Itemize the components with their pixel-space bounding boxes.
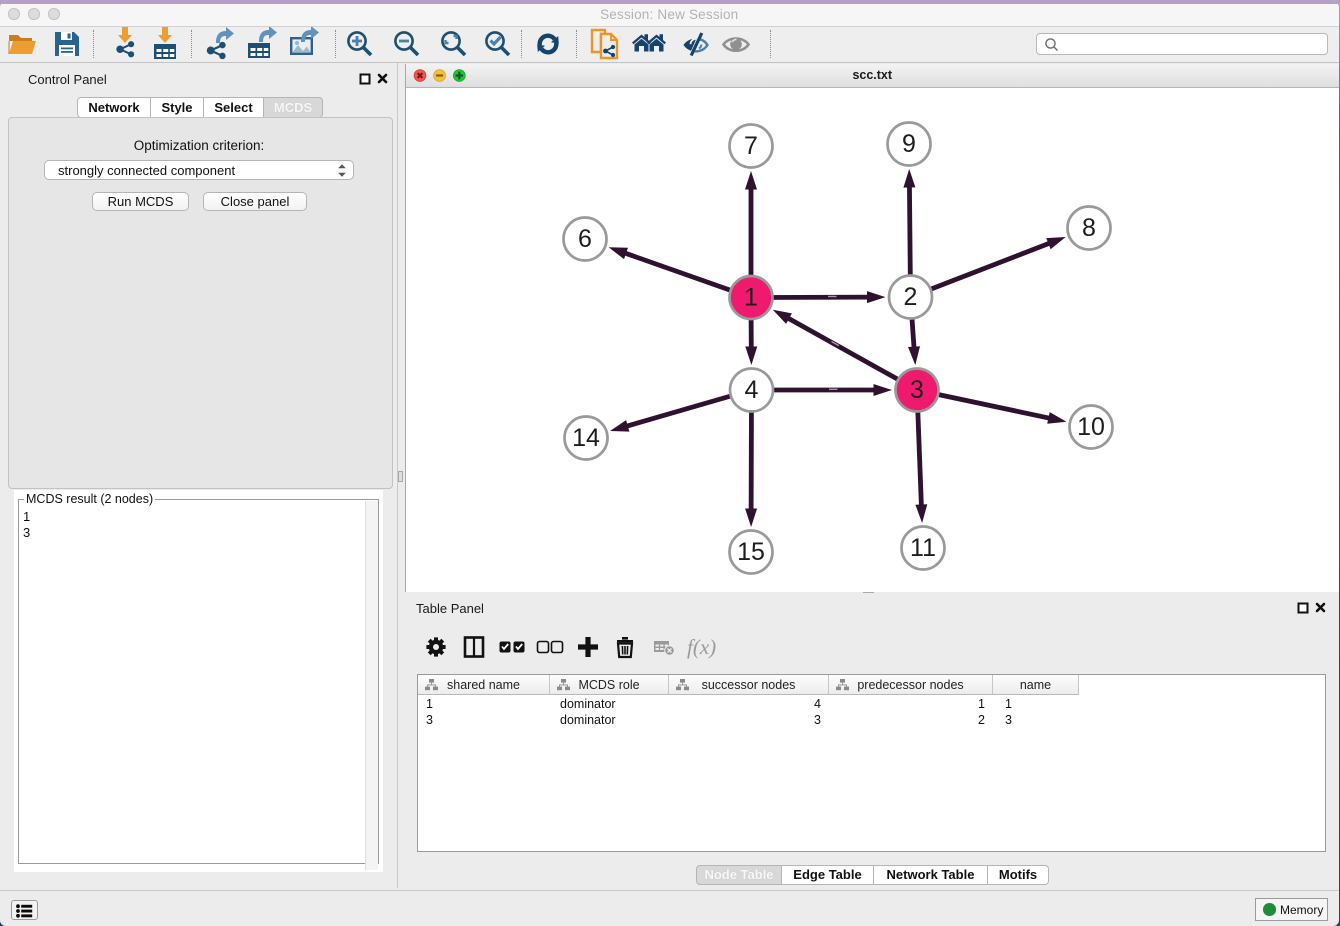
svg-text:1: 1 (744, 284, 758, 312)
svg-text:7: 7 (744, 132, 758, 160)
svg-text:10: 10 (1077, 413, 1105, 441)
svg-text:15: 15 (737, 538, 765, 566)
svg-text:11: 11 (910, 534, 936, 562)
svg-text:8: 8 (1082, 214, 1096, 242)
svg-text:4: 4 (745, 376, 759, 404)
svg-text:6: 6 (578, 225, 592, 253)
svg-text:14: 14 (572, 424, 600, 452)
svg-text:3: 3 (910, 376, 924, 404)
svg-text:2: 2 (904, 283, 918, 311)
svg-text:9: 9 (902, 130, 916, 158)
